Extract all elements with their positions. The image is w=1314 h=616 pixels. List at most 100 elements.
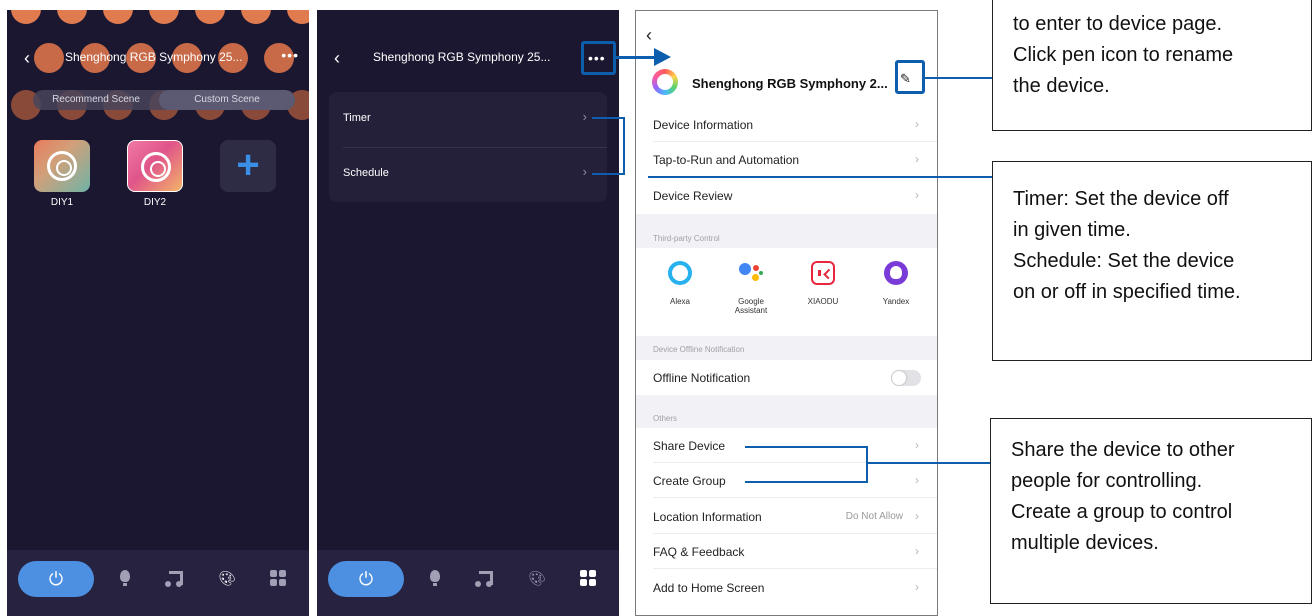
settings-row-offline-notification: Offline Notification [636,360,937,395]
ring-icon [141,152,171,182]
power-button[interactable]: ⏻ [328,561,404,597]
more-icon[interactable]: ••• [281,47,299,63]
header: ‹ Shenghong RGB Symphony 25... ••• [7,43,309,73]
third-party-yandex[interactable]: Yandex [866,261,926,306]
callout-line: the device. [1013,75,1110,97]
palette-icon[interactable]: 🎨︎ [527,568,547,588]
row-label: Share Device [653,439,726,453]
menu-item-timer[interactable]: Timer › [329,92,607,147]
section-third-party: Third-party Control [636,214,937,248]
bulb-icon[interactable] [425,568,445,588]
scene-label: DIY1 [50,197,74,208]
yandex-icon [884,261,908,285]
device-title: Shenghong RGB Symphony 25... [373,50,551,64]
back-icon[interactable]: ‹ [646,25,652,46]
callout-line: Click pen icon to rename [1013,44,1234,66]
settings-row-tap-to-run[interactable]: Tap-to-Run and Automation › [636,142,937,177]
arrow-icon [654,48,671,66]
section-offline: Device Offline Notification [636,336,937,360]
row-label: Location Information [653,510,762,524]
scene-diy2[interactable]: DIY2 [127,140,183,208]
callout-line: Create a group to control [1011,501,1233,523]
row-label: Offline Notification [653,371,751,385]
third-party-label: Google Assistant [734,297,768,315]
row-label: Device Information [653,118,754,132]
chevron-right-icon: › [915,544,919,558]
third-party-alexa[interactable]: Alexa [650,261,710,306]
device-name[interactable]: Shenghong RGB Symphony 2... [692,76,888,91]
settings-row-faq-feedback[interactable]: FAQ & Feedback › [636,534,937,569]
ring-icon [47,151,77,181]
grid-icon[interactable] [578,568,598,588]
chevron-right-icon: › [915,580,919,594]
settings-row-device-information[interactable]: Device Information › [636,107,937,142]
third-party-label: Alexa [669,297,690,306]
device-settings-screen: ‹ Shenghong RGB Symphony 2... ✎ Device I… [635,10,938,616]
grid-icon[interactable] [268,568,288,588]
row-value: Do Not Allow [845,511,903,522]
menu-item-schedule[interactable]: Schedule › [329,147,607,202]
settings-row-location-information[interactable]: Location Information Do Not Allow › [636,499,937,534]
music-icon[interactable] [475,568,496,588]
back-icon[interactable]: ‹ [17,45,37,71]
menu-card: Timer › Schedule › [329,92,607,202]
scene-tile[interactable] [34,140,90,192]
row-label: Device Review [653,189,733,203]
palette-icon[interactable]: 🎨︎ [217,568,237,588]
back-icon[interactable]: ‹ [327,45,347,71]
settings-row-device-review[interactable]: Device Review › [636,178,937,213]
settings-row-add-to-home-screen[interactable]: Add to Home Screen › [636,570,937,605]
add-scene-tile[interactable]: + [220,140,276,192]
chevron-right-icon: › [582,164,587,179]
callout-line: Schedule: Set the device [1013,250,1235,272]
section-heading: Device Offline Notification [653,345,745,354]
device-title: Shenghong RGB Symphony 25... [65,50,243,64]
more-menu-screen: ‹ Shenghong RGB Symphony 25... ••• Timer… [317,10,619,616]
music-icon[interactable] [165,568,186,588]
xiaodu-icon [811,261,835,285]
third-party-label: XIAODU [807,297,839,306]
offline-notification-toggle[interactable] [891,370,921,386]
callout-line: people for controlling. [1011,470,1203,492]
scene-tile[interactable] [127,140,183,192]
scene-label: DIY2 [143,197,167,208]
connector-line [745,481,867,483]
callout-line: to enter to device page. [1013,13,1223,35]
callout-line: Share the device to other [1011,439,1235,461]
bulb-icon[interactable] [115,568,135,588]
plus-icon: + [236,143,260,187]
chevron-right-icon: › [915,188,919,202]
connector-line [866,462,990,464]
connector-line [745,446,867,448]
section-others: Others [636,395,937,428]
bokeh-background [7,10,309,140]
bottom-nav: ⏻ 🎨︎ [7,550,309,616]
third-party-xiaodu[interactable]: XIAODU [793,261,853,306]
row-label: Add to Home Screen [653,581,765,595]
callout-line: Timer: Set the device off [1013,188,1229,210]
connector-line [623,117,625,175]
third-party-label: Yandex [882,297,910,306]
chevron-right-icon: › [915,117,919,131]
connector-line [592,117,624,119]
add-scene-button[interactable]: + [220,140,276,192]
menu-item-label: Schedule [343,167,389,179]
more-icon-highlight [581,41,616,75]
power-icon: ⏻ [358,569,374,589]
chevron-right-icon: › [915,152,919,166]
row-label: Tap-to-Run and Automation [653,153,800,167]
callout-device-page: to enter to device page. Click pen icon … [992,0,1312,131]
scene-screen: ‹ Shenghong RGB Symphony 25... ••• Recom… [7,10,309,616]
third-party-google-assistant[interactable]: Google Assistant [721,261,781,315]
section-heading: Third-party Control [653,234,720,243]
power-button[interactable]: ⏻ [18,561,94,597]
scene-diy1[interactable]: DIY1 [34,140,90,208]
tab-custom-scene[interactable]: Custom Scene [159,90,295,110]
chevron-right-icon: › [915,509,919,523]
power-icon: ⏻ [48,569,64,589]
tab-recommend-scene[interactable]: Recommend Scene [33,90,159,110]
chevron-right-icon: › [915,473,919,487]
row-label: FAQ & Feedback [653,545,745,559]
menu-item-label: Timer [343,112,371,124]
bottom-nav: ⏻ 🎨︎ [317,550,619,616]
